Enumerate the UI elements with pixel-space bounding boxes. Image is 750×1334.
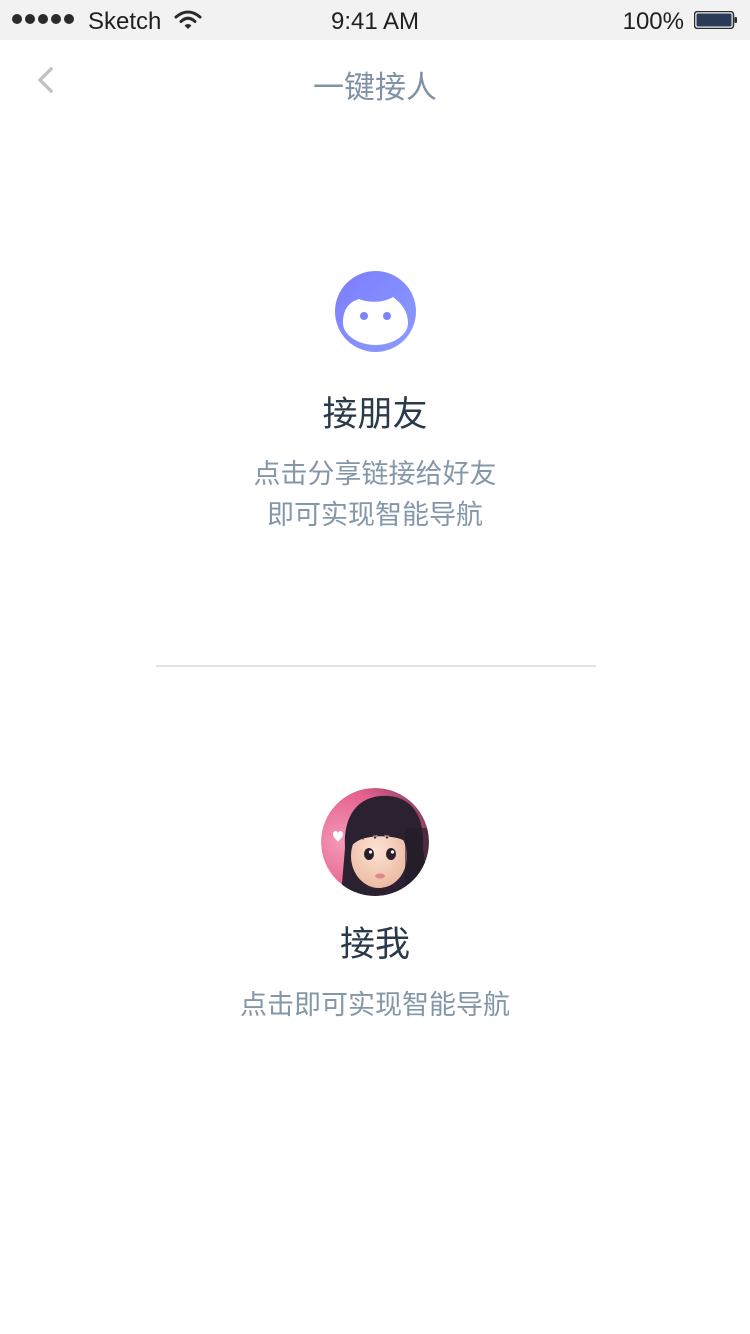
- nav-bar: 一键接人: [0, 40, 750, 124]
- pickup-me-option[interactable]: 接我 点击即可实现智能导航: [0, 780, 750, 1040]
- page-title: 一键接人: [313, 70, 437, 106]
- face-icon: [335, 271, 416, 352]
- status-bar: Sketch 9:41 AM 100%: [0, 0, 750, 40]
- battery-percentage: 100%: [622, 8, 684, 35]
- pickup-me-title: 接我: [339, 925, 410, 965]
- battery-icon: [694, 11, 737, 29]
- pickup-friend-title: 接朋友: [322, 395, 428, 435]
- pickup-friend-option[interactable]: 接朋友 点击分享链接给好友 即可实现智能导航: [0, 260, 750, 560]
- pickup-friend-desc-line2: 即可实现智能导航: [267, 500, 483, 531]
- pickup-me-desc: 点击即可实现智能导航: [240, 990, 510, 1021]
- avatar: [321, 788, 429, 896]
- section-divider: [156, 665, 596, 667]
- pickup-friend-desc-line1: 点击分享链接给好友: [253, 459, 497, 490]
